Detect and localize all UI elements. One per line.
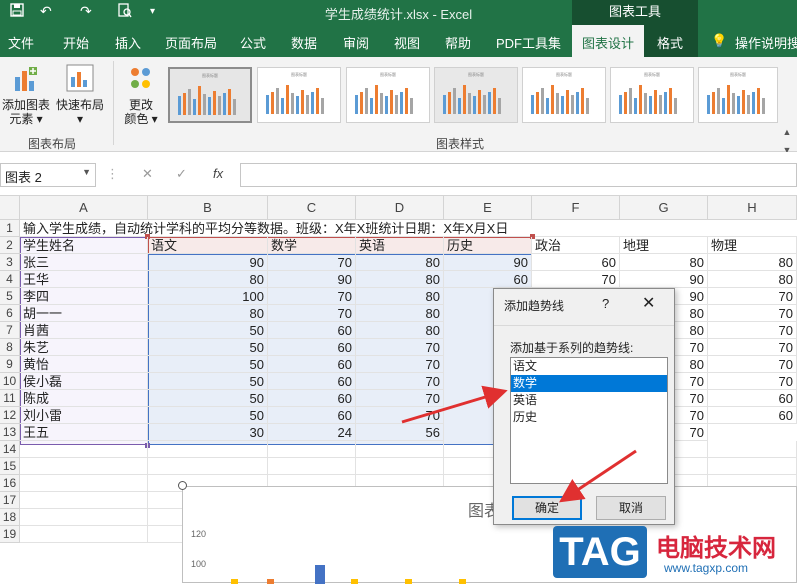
- annotation-arrows: [401, 385, 637, 503]
- watermark-site-name: 电脑技术网: [656, 535, 776, 562]
- arrow-to-series: [401, 385, 508, 424]
- watermark-logo: TAG: [553, 526, 647, 578]
- arrow-to-ok: [559, 449, 637, 503]
- watermark-url: www.tagxp.com: [664, 561, 749, 575]
